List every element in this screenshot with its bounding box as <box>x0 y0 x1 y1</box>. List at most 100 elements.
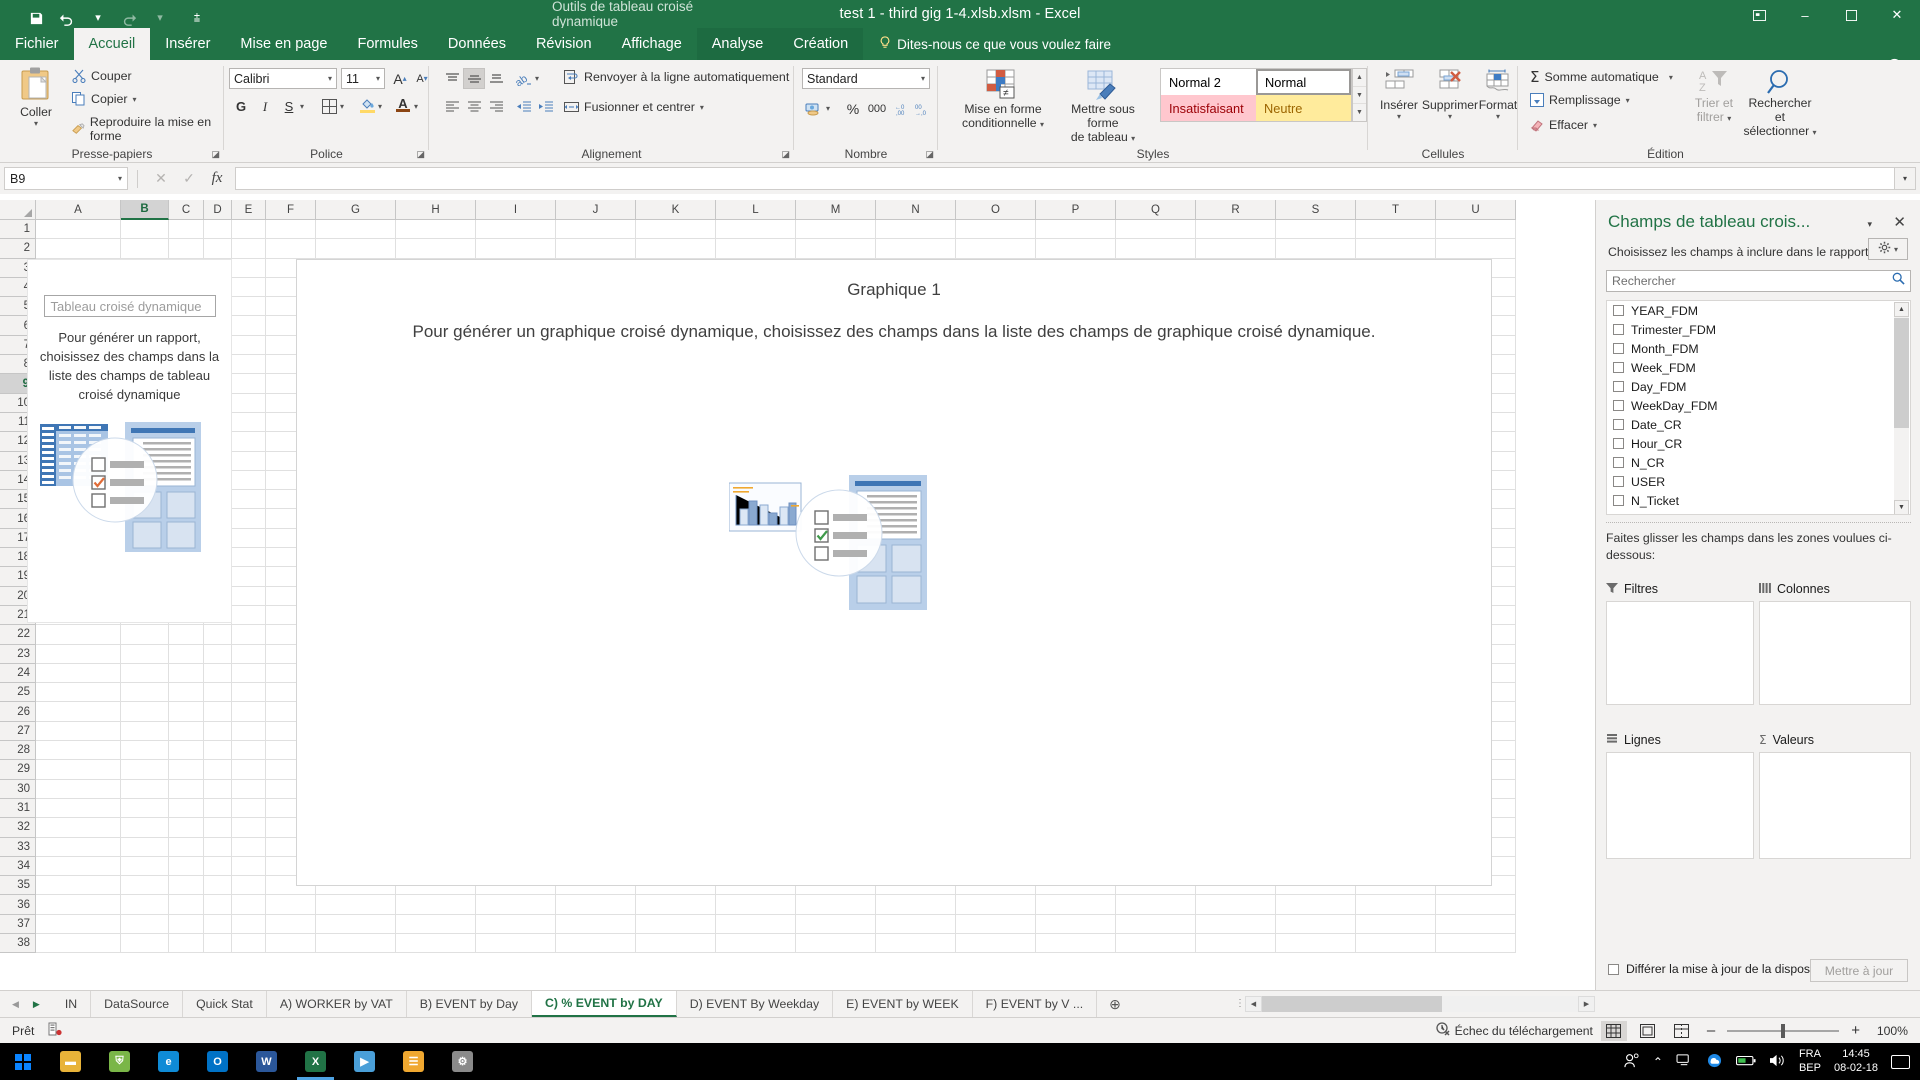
row-header-23[interactable]: 23 <box>0 644 36 664</box>
settings-icon[interactable]: ⚙ <box>438 1043 487 1080</box>
cell-A22[interactable] <box>36 625 121 645</box>
dropzone-filtres[interactable]: Filtres <box>1606 580 1754 705</box>
cell-E2[interactable] <box>232 239 266 259</box>
cell-C34[interactable] <box>169 856 204 877</box>
cell-K1[interactable] <box>636 220 716 240</box>
cell-G2[interactable] <box>316 239 396 259</box>
font-name-dropdown-icon[interactable]: ▾ <box>328 74 332 83</box>
column-header-C[interactable]: C <box>169 200 204 220</box>
worksheet-grid[interactable]: ABCDEFGHIJKLMNOPQRSTU 123456789101112131… <box>0 200 1595 990</box>
cell-E19[interactable] <box>232 567 266 587</box>
cell-E29[interactable] <box>232 760 266 780</box>
field-item[interactable]: Week_FDM <box>1607 358 1910 377</box>
cell-C28[interactable] <box>169 741 204 761</box>
fill-button[interactable]: Remplissage ▾ <box>1530 93 1630 107</box>
cell-D23[interactable] <box>204 644 232 664</box>
cell-R2[interactable] <box>1196 239 1276 259</box>
row-header-1[interactable]: 1 <box>0 220 36 240</box>
column-header-N[interactable]: N <box>876 200 956 220</box>
underline-dropdown-icon[interactable]: ▾ <box>300 102 304 111</box>
clear-button[interactable]: Effacer ▾ <box>1530 118 1597 132</box>
cell-K36[interactable] <box>636 895 716 915</box>
field-checkbox[interactable] <box>1613 476 1624 487</box>
cell-K38[interactable] <box>636 933 716 954</box>
cell-E34[interactable] <box>232 856 266 877</box>
cell-B28[interactable] <box>121 741 169 761</box>
cell-Q38[interactable] <box>1116 933 1196 954</box>
field-item[interactable]: Month_FDM <box>1607 339 1910 358</box>
format-painter-button[interactable]: Reproduire la mise en forme <box>72 115 224 143</box>
style-neutre[interactable]: Neutre <box>1256 95 1351 121</box>
increase-decimal-button[interactable]: ←0,00 <box>892 98 914 119</box>
cell-P1[interactable] <box>1036 220 1116 240</box>
row-header-27[interactable]: 27 <box>0 721 36 742</box>
cell-E31[interactable] <box>232 798 266 819</box>
autosum-button[interactable]: Σ Somme automatique ▾ <box>1530 68 1673 86</box>
cell-B29[interactable] <box>121 760 169 780</box>
borders-dropdown-icon[interactable]: ▾ <box>340 102 344 111</box>
cell-H36[interactable] <box>396 895 476 915</box>
paste-dropdown-icon[interactable]: ▾ <box>34 119 38 128</box>
close-button[interactable]: ✕ <box>1874 0 1920 30</box>
cell-J2[interactable] <box>556 239 636 259</box>
copy-button[interactable]: Copier ▾ <box>72 92 137 106</box>
tools-dropdown-icon[interactable]: ▾ <box>1894 245 1898 254</box>
cell-J1[interactable] <box>556 220 636 240</box>
pivotchart-object[interactable]: Graphique 1 Pour générer un graphique cr… <box>296 259 1492 886</box>
cell-D35[interactable] <box>204 876 232 896</box>
cell-E24[interactable] <box>232 663 266 684</box>
field-item[interactable]: Day_FDM <box>1607 377 1910 396</box>
cell-B30[interactable] <box>121 779 169 799</box>
cell-U38[interactable] <box>1436 933 1516 954</box>
cell-L37[interactable] <box>716 914 796 934</box>
sheet-tab-quick-stat[interactable]: Quick Stat <box>183 991 267 1017</box>
sheet-tab-b-event-by-day[interactable]: B) EVENT by Day <box>407 991 532 1017</box>
cell-C32[interactable] <box>169 818 204 838</box>
fields-search-input[interactable]: Rechercher <box>1606 270 1911 292</box>
tab-analyse[interactable]: Analyse <box>697 28 779 60</box>
cell-E37[interactable] <box>232 914 266 934</box>
cell-C37[interactable] <box>169 914 204 934</box>
cell-C24[interactable] <box>169 663 204 684</box>
show-hidden-icons-icon[interactable]: ⌃ <box>1653 1055 1663 1069</box>
tab-fichier[interactable]: Fichier <box>0 28 74 60</box>
cell-E33[interactable] <box>232 837 266 857</box>
cell-O36[interactable] <box>956 895 1036 915</box>
align-bottom-button[interactable] <box>485 68 507 89</box>
column-header-O[interactable]: O <box>956 200 1036 220</box>
cell-C25[interactable] <box>169 683 204 703</box>
cell-K2[interactable] <box>636 239 716 259</box>
cell-B31[interactable] <box>121 798 169 819</box>
delete-cells-button[interactable]: Supprimer ▾ <box>1422 68 1478 121</box>
cell-E1[interactable] <box>232 220 266 240</box>
cell-A33[interactable] <box>36 837 121 857</box>
cell-I37[interactable] <box>476 914 556 934</box>
cell-N36[interactable] <box>876 895 956 915</box>
row-header-35[interactable]: 35 <box>0 876 36 896</box>
fill-color-dropdown-icon[interactable]: ▾ <box>378 102 382 111</box>
column-header-F[interactable]: F <box>266 200 316 220</box>
cell-E35[interactable] <box>232 876 266 896</box>
field-item[interactable]: N_CR <box>1607 453 1910 472</box>
cell-A25[interactable] <box>36 683 121 703</box>
action-center-icon[interactable] <box>1891 1054 1910 1069</box>
orientation-dropdown-icon[interactable]: ▾ <box>535 74 539 83</box>
align-center-button[interactable] <box>463 96 485 117</box>
row-header-34[interactable]: 34 <box>0 856 36 877</box>
cell-D25[interactable] <box>204 683 232 703</box>
cell-T36[interactable] <box>1356 895 1436 915</box>
cell-S2[interactable] <box>1276 239 1356 259</box>
row-header-26[interactable]: 26 <box>0 702 36 722</box>
cell-B2[interactable] <box>121 239 169 259</box>
column-header-S[interactable]: S <box>1276 200 1356 220</box>
tell-me-box[interactable]: Dites-nous ce que vous voulez faire <box>863 28 1111 60</box>
select-all-button[interactable] <box>0 200 36 220</box>
cell-E38[interactable] <box>232 933 266 954</box>
cell-E32[interactable] <box>232 818 266 838</box>
gallery-scroll-up-icon[interactable]: ▲ <box>1353 69 1366 87</box>
cell-E14[interactable] <box>232 470 266 491</box>
cell-B36[interactable] <box>121 895 169 915</box>
cell-C2[interactable] <box>169 239 204 259</box>
defer-layout-checkbox[interactable] <box>1608 963 1619 975</box>
cell-E11[interactable] <box>232 412 266 433</box>
